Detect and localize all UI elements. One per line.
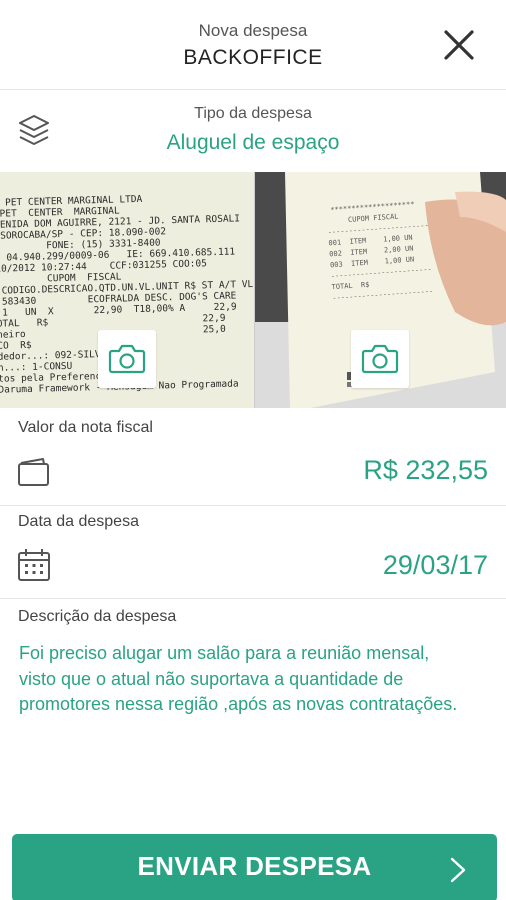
expense-type-label: Tipo da despesa (194, 105, 312, 122)
expense-date-label: Data da despesa (18, 513, 139, 530)
description-label: Descrição da despesa (18, 608, 177, 625)
header-title: BACKOFFICE (183, 46, 323, 69)
receipt-photo-left[interactable]: PET CENTER MARGINAL LTDA PET CENTER MARG… (0, 172, 255, 408)
expense-date-value[interactable]: 29/03/17 (383, 550, 488, 581)
receipt-photo-right[interactable]: ******************** CUPOM FISCAL ------… (255, 172, 506, 408)
submit-label: ENVIAR DESPESA (137, 851, 372, 881)
expense-type-selector[interactable]: Tipo da despesa Aluguel de espaço (0, 91, 506, 171)
app-header: Nova despesa BACKOFFICE (0, 0, 506, 90)
invoice-value-label: Valor da nota fiscal (18, 419, 153, 436)
header-subtitle: Nova despesa (198, 21, 308, 40)
wallet-icon (18, 458, 49, 486)
close-button[interactable] (442, 28, 476, 62)
receipt-photos: PET CENTER MARGINAL LTDA PET CENTER MARG… (0, 172, 506, 408)
close-icon (444, 30, 474, 60)
camera-icon (361, 344, 399, 374)
camera-button-left[interactable] (98, 330, 156, 388)
chevron-right-icon (450, 857, 466, 883)
divider (0, 598, 506, 599)
receipt-text-right: ******************** CUPOM FISCAL ------… (321, 200, 434, 303)
invoice-value[interactable]: R$ 232,55 (363, 455, 488, 486)
calendar-icon (18, 549, 50, 581)
divider (0, 505, 506, 506)
description-text[interactable]: Foi preciso alugar um salão para a reuni… (19, 641, 459, 718)
submit-expense-button[interactable]: ENVIAR DESPESA (12, 834, 497, 900)
camera-button-right[interactable] (351, 330, 409, 388)
expense-type-value: Aluguel de espaço (166, 131, 340, 154)
camera-icon (108, 344, 146, 374)
